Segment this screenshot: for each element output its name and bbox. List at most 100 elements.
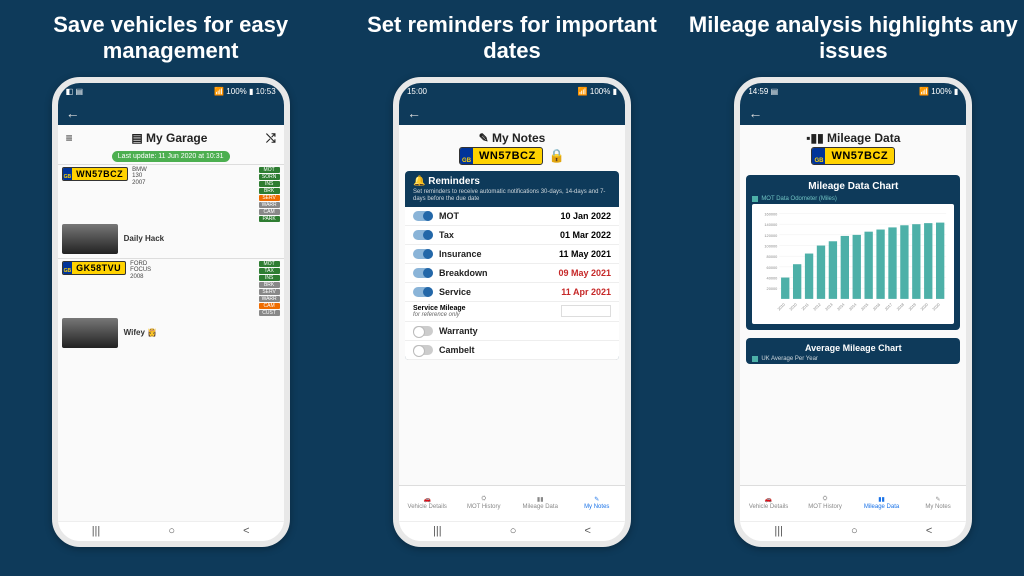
mileage-chart-card: Mileage Data Chart MOT Data Odometer (Mi… xyxy=(746,175,960,330)
tab-icon: ⛭ xyxy=(823,496,828,503)
svg-text:120000: 120000 xyxy=(765,233,778,238)
chart-title: Mileage Data Chart xyxy=(752,181,954,192)
topbar: ← xyxy=(399,101,625,125)
reminder-date[interactable]: 10 Jan 2022 xyxy=(560,211,611,221)
lock-icon[interactable]: 🔒 xyxy=(549,148,565,164)
nav-home[interactable]: ○ xyxy=(510,525,517,537)
status-icons: ◧ ▤ xyxy=(66,87,83,96)
plate: GBWN57BCZ xyxy=(62,167,129,181)
svg-text:20000: 20000 xyxy=(767,286,778,291)
nav-home[interactable]: ○ xyxy=(168,525,175,537)
svg-text:2011: 2011 xyxy=(801,302,810,311)
vehicle-row[interactable]: GBWN57BCZ BMW1302007 MOTSORNINSBRKSERVWA… xyxy=(58,164,284,258)
bar-chart: 2000040000600008000010000012000014000016… xyxy=(756,208,950,318)
svg-text:80000: 80000 xyxy=(767,254,778,259)
reminder-toggle[interactable] xyxy=(413,268,433,278)
topbar: ← xyxy=(58,101,284,125)
reminder-toggle[interactable] xyxy=(413,230,433,240)
statusbar: ◧ ▤ 📶 100% ▮ 10:53 xyxy=(58,83,284,101)
phone-notes: 15:00 📶 100% ▮ ← ✎ My Notes GBWN57BCZ 🔒 … xyxy=(393,77,631,547)
notes-title: ✎ My Notes xyxy=(399,125,625,147)
reminder-toggle[interactable] xyxy=(413,345,433,355)
nav-home[interactable]: ○ xyxy=(851,525,858,537)
svg-text:2019: 2019 xyxy=(908,302,918,312)
bottom-tabs: 🚗 Vehicle Details ⛭ MOT History ▮▮ Milea… xyxy=(399,485,625,521)
nav-recent[interactable]: ||| xyxy=(92,525,101,537)
reminder-date[interactable]: 01 Mar 2022 xyxy=(560,230,611,240)
nav-back[interactable]: < xyxy=(926,525,932,537)
tab-my notes[interactable]: ✎ My Notes xyxy=(568,486,625,521)
headline-mileage: Mileage analysis highlights any issues xyxy=(688,12,1018,65)
tab-icon: ✎ xyxy=(936,496,941,503)
svg-text:2018: 2018 xyxy=(896,302,906,312)
tab-mileage data[interactable]: ▮▮ Mileage Data xyxy=(853,486,910,521)
tab-icon: 🚗 xyxy=(765,496,772,503)
svg-text:2020: 2020 xyxy=(932,302,942,312)
back-icon[interactable]: ← xyxy=(407,105,421,121)
nav-back[interactable]: < xyxy=(243,525,249,537)
svg-text:2014: 2014 xyxy=(848,301,858,311)
reminder-row: MOT 10 Jan 2022 xyxy=(405,207,619,226)
reminders-card: 🔔 Reminders Set reminders to receive aut… xyxy=(405,171,619,360)
panel-notes: Set reminders for important dates 15:00 … xyxy=(347,0,677,576)
svg-text:100000: 100000 xyxy=(765,243,778,248)
svg-text:160000: 160000 xyxy=(765,211,778,216)
svg-text:2013: 2013 xyxy=(824,302,834,312)
reminder-toggle[interactable] xyxy=(413,249,433,259)
status-time: 15:00 xyxy=(407,87,427,96)
status-right: 📶 100% ▮ 10:53 xyxy=(214,87,276,96)
svg-text:2012: 2012 xyxy=(812,302,822,312)
vehicle-photo xyxy=(62,224,118,254)
reminder-row: Warranty xyxy=(405,322,619,341)
svg-text:2010: 2010 xyxy=(789,302,799,312)
reminder-row: Service 11 Apr 2021 xyxy=(405,283,619,302)
headline-notes: Set reminders for important dates xyxy=(347,12,677,65)
svg-text:2016: 2016 xyxy=(872,302,882,312)
topbar: ← xyxy=(740,101,966,125)
back-icon[interactable]: ← xyxy=(66,105,80,121)
plate[interactable]: GBWN57BCZ xyxy=(811,147,895,165)
tab-icon: 🚗 xyxy=(423,496,430,503)
vehicle-row[interactable]: GBGK58TVU FORDFOCUS2008 MOTTAXINSBRKSERV… xyxy=(58,258,284,352)
statusbar: 15:00 📶 100% ▮ xyxy=(399,83,625,101)
nav-back[interactable]: < xyxy=(584,525,590,537)
nav-recent[interactable]: ||| xyxy=(774,525,783,537)
reminder-toggle[interactable] xyxy=(413,211,433,221)
tab-mileage data[interactable]: ▮▮ Mileage Data xyxy=(512,486,569,521)
vehicle-nickname: Wifey 👸 xyxy=(124,328,157,337)
bell-icon: 🔔 xyxy=(413,176,428,187)
back-icon[interactable]: ← xyxy=(748,105,762,121)
tab-icon: ✎ xyxy=(594,496,599,503)
reminder-toggle[interactable] xyxy=(413,326,433,336)
reminder-toggle[interactable] xyxy=(413,287,433,297)
bars-icon: ▪▮▮ xyxy=(806,131,827,145)
menu-icon[interactable]: ≡ xyxy=(66,131,73,145)
android-navbar: ||| ○ < xyxy=(58,521,284,541)
plate[interactable]: GBWN57BCZ xyxy=(459,147,543,165)
tab-mot history[interactable]: ⛭ MOT History xyxy=(455,486,512,521)
average-chart-card: Average Mileage Chart UK Average Per Yea… xyxy=(746,338,960,364)
nav-recent[interactable]: ||| xyxy=(433,525,442,537)
tab-vehicle details[interactable]: 🚗 Vehicle Details xyxy=(740,486,797,521)
tab-my notes[interactable]: ✎ My Notes xyxy=(910,486,967,521)
tab-vehicle details[interactable]: 🚗 Vehicle Details xyxy=(399,486,456,521)
status-time: 14:59 ▤ xyxy=(748,87,778,96)
avg-chart-title: Average Mileage Chart xyxy=(752,343,954,353)
panel-garage: Save vehicles for easy management ◧ ▤ 📶 … xyxy=(6,0,336,576)
service-mileage-input[interactable] xyxy=(561,305,611,317)
reminder-date[interactable]: 09 May 2021 xyxy=(558,268,611,278)
vehicle-photo xyxy=(62,318,118,348)
tab-mot history[interactable]: ⛭ MOT History xyxy=(797,486,854,521)
reminder-date[interactable]: 11 Apr 2021 xyxy=(561,287,611,297)
status-badges: MOTTAXINSBRKSERVWARRCAMCUST xyxy=(259,261,280,316)
tab-icon: ⛭ xyxy=(481,496,486,503)
status-badges: MOTSORNINSBRKSERVWARRCAMPARK xyxy=(259,167,280,222)
shuffle-icon[interactable]: ⤭ xyxy=(266,131,276,146)
svg-text:2014: 2014 xyxy=(836,301,846,311)
svg-text:2015: 2015 xyxy=(860,302,870,312)
phone-mileage: 14:59 ▤ 📶 100% ▮ ← ▪▮▮ Mileage Data GBWN… xyxy=(734,77,972,547)
reminder-date[interactable]: 11 May 2021 xyxy=(559,249,611,259)
vehicle-nickname: Daily Hack xyxy=(124,234,164,243)
svg-text:60000: 60000 xyxy=(767,265,778,270)
reminder-row: Tax 01 Mar 2022 xyxy=(405,226,619,245)
